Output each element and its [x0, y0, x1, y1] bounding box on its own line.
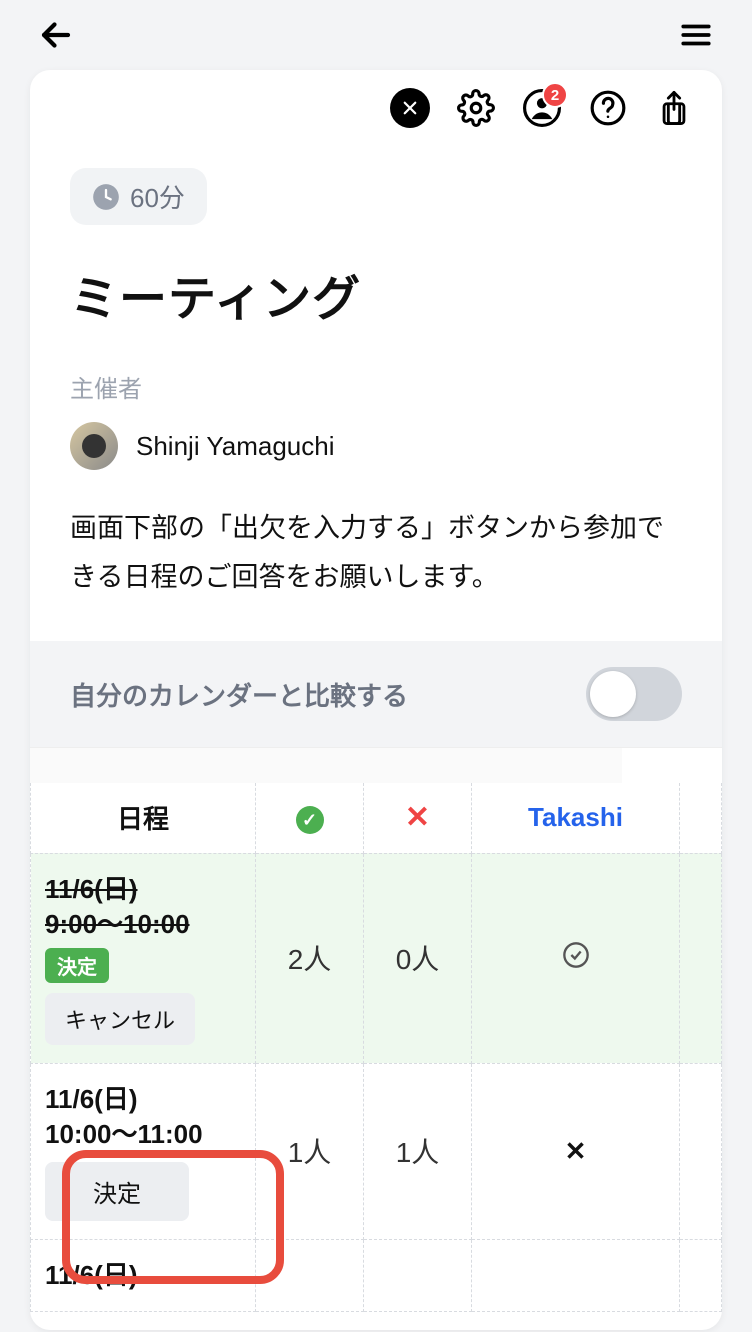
organizer-avatar — [70, 422, 118, 470]
x-icon: ✕ — [405, 801, 430, 834]
compare-calendar-toggle[interactable] — [586, 667, 682, 721]
participant-mark — [472, 853, 680, 1063]
empty-cell — [364, 1240, 472, 1312]
help-button[interactable] — [588, 88, 628, 128]
x-mark-icon: ✕ — [565, 1136, 587, 1166]
event-description: 画面下部の「出欠を入力する」ボタンから参加できる日程のご回答をお願いします。 — [70, 504, 682, 601]
help-icon — [589, 89, 627, 127]
duration-pill: 60分 — [70, 168, 207, 225]
row-time: 10:00～11:00 — [45, 1117, 241, 1152]
account-button[interactable]: 2 — [522, 88, 562, 128]
no-count: 1人 — [364, 1063, 472, 1239]
menu-icon[interactable] — [676, 15, 716, 55]
check-outline-icon — [562, 941, 590, 969]
empty-cell — [256, 1240, 364, 1312]
schedule-table: 日程 ✓ ✕ Takashi 11/6(日) 9:00～10:00 決定 キャン… — [30, 783, 722, 1312]
event-title: ミーティング — [70, 259, 682, 329]
share-button[interactable] — [654, 88, 694, 128]
yes-count: 1人 — [256, 1063, 364, 1239]
share-icon — [657, 89, 691, 127]
spacer — [30, 747, 722, 783]
table-row: 11/6(日) 9:00～10:00 決定 キャンセル 2人 0人 — [31, 853, 722, 1063]
close-icon — [390, 88, 430, 128]
empty-cell — [680, 853, 722, 1063]
toggle-knob — [590, 671, 636, 717]
gear-icon — [457, 89, 495, 127]
row-date: 11/6(日) — [45, 1258, 241, 1293]
row-date: 11/6(日) — [45, 1082, 241, 1117]
yes-count: 2人 — [256, 853, 364, 1063]
duration-label: 60分 — [130, 178, 185, 215]
row-time: 9:00～10:00 — [45, 907, 241, 942]
empty-cell — [680, 1240, 722, 1312]
empty-cell — [680, 1063, 722, 1239]
settings-button[interactable] — [456, 88, 496, 128]
decide-button[interactable]: 決定 — [45, 1162, 189, 1221]
col-header-no: ✕ — [364, 783, 472, 853]
organizer-name: Shinji Yamaguchi — [136, 431, 335, 462]
compare-calendar-label: 自分のカレンダーと比較する — [70, 676, 408, 713]
participant-mark: ✕ — [472, 1063, 680, 1239]
row-date: 11/6(日) — [45, 872, 241, 907]
clock-icon — [92, 183, 120, 211]
organizer-label: 主催者 — [70, 369, 682, 404]
no-count: 0人 — [364, 853, 472, 1063]
notification-badge: 2 — [542, 82, 568, 108]
decided-badge: 決定 — [45, 948, 109, 983]
col-header-extra — [680, 783, 722, 853]
close-button[interactable] — [390, 88, 430, 128]
table-row: 11/6(日) — [31, 1240, 722, 1312]
col-header-participant: Takashi — [472, 783, 680, 853]
col-header-date: 日程 — [31, 783, 256, 853]
empty-cell — [472, 1240, 680, 1312]
table-row: 11/6(日) 10:00～11:00 決定 1人 1人 ✕ — [31, 1063, 722, 1239]
col-header-yes: ✓ — [256, 783, 364, 853]
back-arrow-icon[interactable] — [36, 15, 76, 55]
cancel-button[interactable]: キャンセル — [45, 993, 195, 1045]
check-circle-icon: ✓ — [296, 806, 324, 834]
